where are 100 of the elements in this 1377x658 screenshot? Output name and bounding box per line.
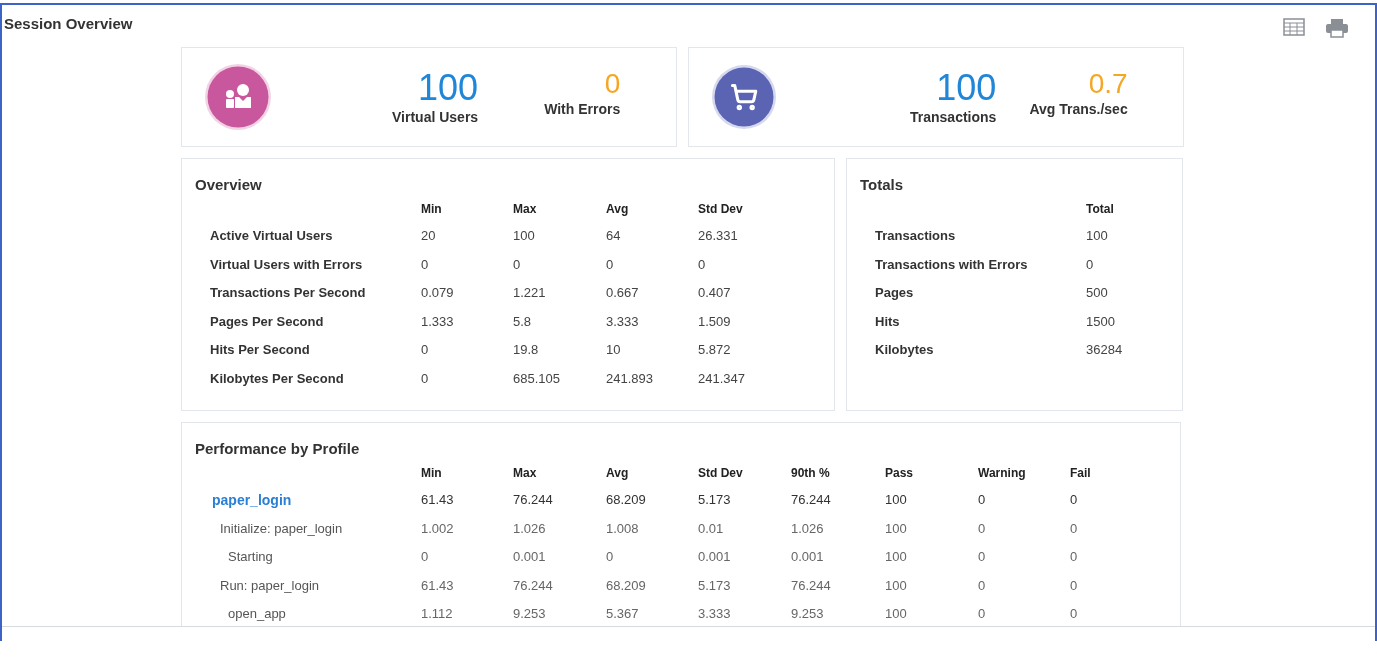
profile-link[interactable]: paper_login	[212, 486, 292, 515]
step-label: Initialize: paper_login	[219, 519, 343, 538]
column-header: Min	[421, 201, 443, 218]
row-label: Hits Per Second	[210, 341, 311, 359]
table-cell-text: 5.8	[513, 312, 533, 331]
row-label: Pages Per Second	[210, 312, 325, 331]
table-cell-text: 3.333	[606, 312, 640, 331]
table-cell-text: 0	[421, 255, 430, 274]
row-label: Kilobytes Per Second	[210, 369, 345, 388]
table-cell-text: 0.667	[606, 284, 640, 302]
table-cell-text: 26.331	[698, 227, 739, 245]
table-cell-text: 1.026	[791, 519, 825, 538]
table-cell-text: 0	[421, 341, 430, 359]
table-view-icon[interactable]	[1283, 18, 1305, 38]
people-icon	[204, 63, 272, 131]
table-cell-text: 61.43	[421, 491, 455, 509]
table-cell-text: 5.872	[698, 341, 732, 359]
print-icon[interactable]	[1325, 18, 1349, 38]
stat-value: 0.7	[1088, 69, 1128, 98]
row-label: Transactions Per Second	[210, 284, 367, 302]
table-cell-text: 20	[421, 227, 437, 245]
stat-label: With Errors	[544, 100, 621, 117]
stat-label: Avg Trans./sec	[1029, 100, 1128, 117]
table-cell-text: 685.105	[513, 369, 561, 388]
table-cell-text: 64	[606, 227, 622, 245]
stat-label: Transactions	[910, 108, 997, 125]
page-title: Session Overview	[4, 15, 133, 32]
table-cell-text: 0	[1070, 605, 1079, 623]
table-cell-text: 76.244	[513, 576, 554, 595]
column-header: 90th %	[791, 465, 831, 482]
table-cell-text: 100	[885, 605, 908, 623]
row-label: Hits	[875, 312, 901, 331]
table-cell-text: 0	[421, 369, 430, 388]
table-cell-text: 5.173	[698, 491, 732, 509]
table-cell-text: 100	[885, 491, 908, 509]
column-header: Avg	[606, 465, 630, 482]
stat-label: Virtual Users	[392, 108, 479, 125]
stat-value: 100	[418, 69, 479, 106]
row-label: Transactions	[875, 227, 957, 245]
table-cell-text: 76.244	[513, 491, 554, 509]
table-cell-text: 9.253	[513, 605, 547, 623]
table-cell-text: 0	[606, 548, 615, 566]
row-label: Transactions with Errors	[875, 255, 1029, 274]
table-cell-text: 241.347	[698, 369, 746, 388]
panel-title: Totals	[859, 175, 905, 193]
table-cell-text: 500	[1086, 284, 1109, 302]
table-cell-text: 9.253	[791, 605, 825, 623]
column-header: Pass	[885, 465, 915, 482]
table-cell-text: 76.244	[791, 576, 832, 595]
column-header: Std Dev	[698, 201, 744, 218]
table-cell-text: 3.333	[698, 605, 732, 623]
table-cell-text: 0	[978, 548, 987, 566]
table-cell-text: 0	[1086, 255, 1095, 274]
table-cell-text: 5.173	[698, 576, 732, 595]
table-cell-text: 5.367	[606, 605, 640, 623]
column-header: Max	[513, 201, 538, 218]
table-cell-text: 0	[421, 548, 430, 566]
step-label: Starting	[227, 548, 273, 566]
row-label: Virtual Users with Errors	[210, 255, 364, 274]
column-header: Avg	[606, 201, 630, 218]
table-cell-text: 100	[513, 227, 536, 245]
table-cell-text: 100	[1086, 227, 1109, 245]
column-header: Fail	[1070, 465, 1092, 482]
table-cell-text: 1.002	[421, 519, 455, 538]
table-cell-text: 0	[978, 519, 987, 538]
table-cell-text: 68.209	[606, 491, 647, 509]
table-cell-text: 1.008	[606, 519, 640, 538]
table-cell-text: 0	[1070, 548, 1079, 566]
table-cell-text: 0	[978, 576, 987, 595]
table-cell-text: 1.112	[421, 605, 454, 623]
column-header: Warning	[978, 465, 1027, 482]
stat-value: 100	[936, 69, 997, 106]
row-label: Active Virtual Users	[210, 227, 334, 245]
panel-title: Overview	[194, 175, 263, 193]
column-header: Max	[513, 465, 538, 482]
table-cell-text: 0.001	[513, 548, 547, 566]
table-cell-text: 1.026	[513, 519, 547, 538]
table-cell-text: 1.333	[421, 312, 455, 331]
table-cell-text: 10	[606, 341, 622, 359]
table-cell-text: 0	[978, 605, 987, 623]
table-cell-text: 0	[1070, 576, 1079, 595]
table-cell-text: 0.001	[791, 548, 825, 566]
table-cell-text: 100	[885, 548, 908, 566]
row-label: Kilobytes	[875, 341, 935, 359]
panel-title: Performance by Profile	[194, 439, 361, 457]
table-cell-text: 0	[606, 255, 615, 274]
table-cell-text: 241.893	[606, 369, 654, 388]
stat-value: 0	[604, 69, 621, 98]
table-cell-text: 0	[978, 491, 987, 509]
table-cell-text: 36284	[1086, 341, 1124, 359]
table-cell-text: 0	[1070, 519, 1079, 538]
column-header: Min	[421, 465, 443, 482]
table-cell-text: 0	[698, 255, 707, 274]
cart-icon	[711, 64, 777, 130]
column-header: Total	[1086, 201, 1115, 218]
row-label: Pages	[875, 284, 915, 302]
table-cell-text: 68.209	[606, 576, 647, 595]
step-label: Run: paper_login	[219, 576, 320, 595]
step-label: open_app	[227, 605, 286, 623]
table-cell-text: 76.244	[791, 491, 832, 509]
